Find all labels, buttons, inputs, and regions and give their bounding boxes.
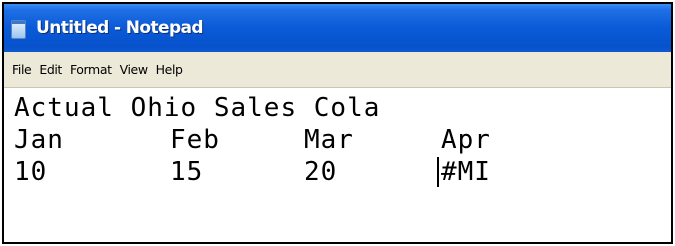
menu-bar: File Edit Format View Help — [4, 52, 671, 88]
month-feb: Feb — [170, 125, 220, 155]
text-editor-area[interactable]: Actual Ohio Sales Cola Jan Feb Mar Apr 1… — [4, 88, 671, 242]
notepad-icon — [11, 19, 26, 39]
text-caret — [437, 157, 439, 187]
month-mar: Mar — [304, 125, 354, 155]
title-bar[interactable]: Untitled - Notepad — [4, 4, 671, 52]
month-apr: Apr — [441, 125, 491, 155]
month-jan: Jan — [14, 125, 64, 155]
value-feb: 15 — [170, 157, 204, 187]
menu-edit[interactable]: Edit — [35, 62, 66, 77]
text-line-title: Actual Ohio Sales Cola — [14, 93, 381, 123]
window-title: Untitled - Notepad — [36, 18, 204, 38]
menu-help[interactable]: Help — [152, 62, 187, 77]
menu-format[interactable]: Format — [66, 62, 116, 77]
menu-file[interactable]: File — [8, 62, 35, 77]
menu-view[interactable]: View — [116, 62, 152, 77]
value-mar: 20 — [304, 157, 338, 187]
notepad-window: Untitled - Notepad File Edit Format View… — [2, 2, 673, 244]
value-jan: 10 — [14, 157, 48, 187]
value-apr: #MI — [441, 157, 491, 187]
